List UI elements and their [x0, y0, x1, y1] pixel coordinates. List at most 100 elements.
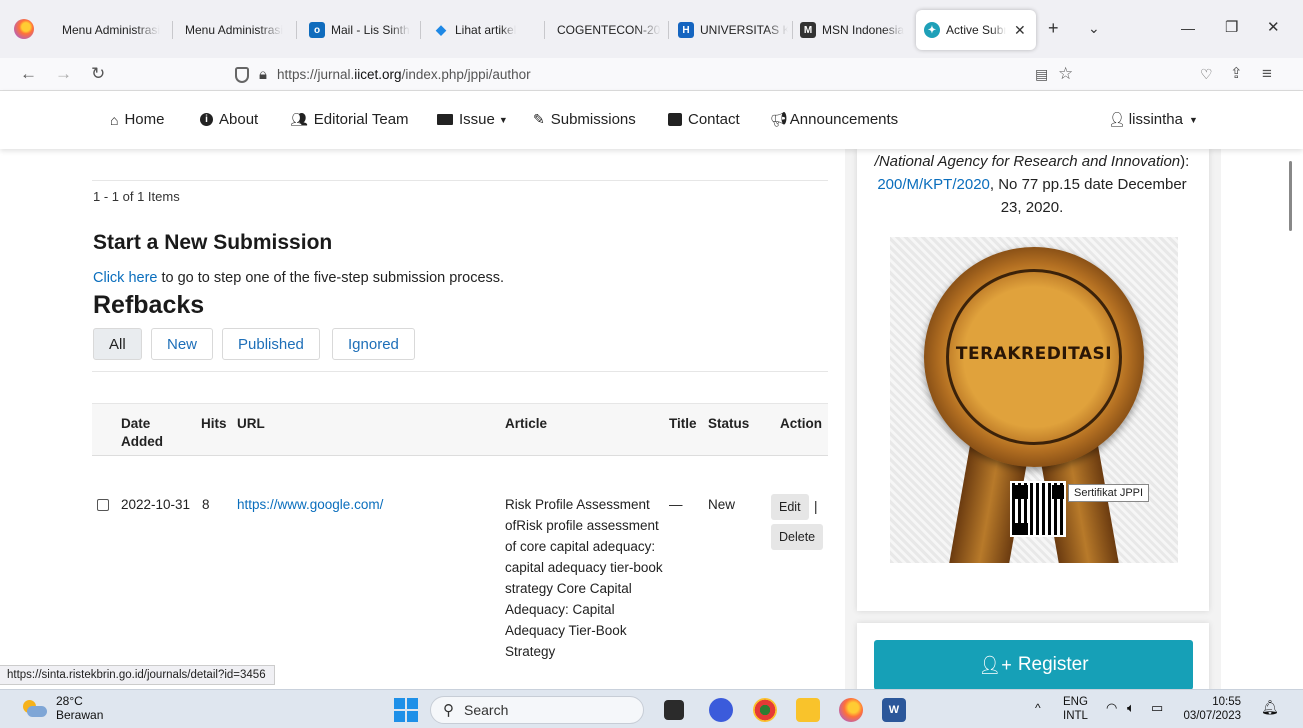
col-title: Title	[669, 416, 697, 431]
share-icon[interactable]: ⇪	[1230, 64, 1243, 84]
forward-icon[interactable]: →	[55, 64, 72, 84]
contact-icon	[668, 113, 682, 126]
divider	[92, 180, 828, 181]
bookmark-star-icon[interactable]: ☆	[1058, 64, 1073, 84]
browser-toolbar: ← → ↻ 🔒︎ https://jurnal. iicet.org/index.…	[0, 58, 1303, 91]
lock-icon[interactable]: 🔒︎	[259, 66, 267, 83]
accreditation-certificate-image[interactable]: TERAKREDITASI	[890, 237, 1178, 563]
task-view-icon[interactable]	[664, 700, 684, 720]
row-checkbox[interactable]	[97, 499, 109, 511]
nav-announcements[interactable]: 📢︎ Announcements	[770, 111, 898, 128]
page-content: 1 - 1 of 1 Items Start a New Submission …	[0, 149, 1303, 689]
register-button[interactable]: 👤︎+ Register	[874, 640, 1193, 689]
col-status: Status	[708, 416, 750, 431]
caret-down-icon: ▼	[1188, 114, 1198, 125]
tab-lihat-artikel[interactable]: ◆ Lihat artikel	[433, 17, 537, 43]
medal-label: TERAKREDITASI	[955, 344, 1113, 364]
show-hidden-icons[interactable]: ^	[1035, 701, 1041, 715]
refback-url-link[interactable]: https://www.google.com/	[237, 497, 383, 512]
text-fragment: ):	[1180, 153, 1190, 170]
chat-icon[interactable]	[709, 698, 733, 722]
filter-ignored-button[interactable]: Ignored	[332, 328, 415, 360]
clock[interactable]: 10:55 03/07/2023	[1183, 695, 1241, 723]
restore-icon[interactable]: ❐	[1225, 18, 1238, 38]
windows-start-icon[interactable]	[394, 698, 418, 722]
delete-button[interactable]: Delete	[771, 524, 824, 550]
cell-title: —	[669, 497, 683, 512]
submission-intro: Click here to go to step one of the five…	[93, 270, 504, 286]
tab-msn[interactable]: M MSN Indonesia	[800, 17, 908, 43]
register-label: Register	[1017, 654, 1089, 675]
firefox-icon[interactable]	[14, 19, 34, 39]
users-icon: 👥︎	[290, 111, 308, 127]
nav-editorial-team[interactable]: 👥︎ Editorial Team	[290, 111, 409, 128]
url-host: iicet.org	[354, 67, 402, 82]
new-tab-icon[interactable]: +	[1048, 18, 1059, 38]
refbacks-heading: Refbacks	[93, 291, 205, 319]
weather-icon[interactable]	[23, 700, 47, 718]
tracking-shield-icon[interactable]	[235, 66, 249, 83]
address-bar[interactable]: 🔒︎ https://jurnal. iicet.org/index.php/jp…	[225, 61, 1070, 88]
language-indicator[interactable]: ENG INTL	[1063, 695, 1088, 723]
inbox-icon	[437, 114, 453, 125]
search-icon: ⚲	[443, 702, 454, 719]
battery-icon[interactable]: ▭	[1151, 701, 1163, 715]
weather-widget[interactable]: 28°C Berawan	[56, 694, 103, 722]
wifi-icon[interactable]: ◠	[1106, 701, 1117, 715]
minimize-icon[interactable]: —	[1181, 18, 1195, 38]
tab-title: Lihat artikel	[455, 23, 517, 37]
nav-label: Announcements	[789, 111, 899, 128]
reader-view-icon[interactable]: ▤	[1035, 64, 1048, 84]
filter-all-button[interactable]: All	[93, 328, 142, 360]
url-prefix: https://jurnal.	[276, 67, 355, 82]
outlook-icon: o	[309, 22, 325, 38]
tab-list-icon[interactable]: ⌄	[1088, 18, 1100, 38]
file-explorer-icon[interactable]	[796, 698, 820, 722]
divider	[92, 371, 828, 372]
nav-contact[interactable]: Contact	[668, 111, 740, 128]
volume-icon[interactable]: 🔈︎	[1127, 701, 1135, 715]
notification-icon[interactable]: 🔔︎	[1261, 700, 1279, 714]
decree-link[interactable]: 200/M/KPT/2020	[877, 176, 990, 193]
taskbar-search[interactable]: ⚲ Search	[430, 696, 644, 724]
back-icon[interactable]: ←	[20, 64, 37, 84]
nav-issue[interactable]: Issue ▼	[437, 111, 508, 128]
pocket-icon[interactable]: ♡	[1200, 64, 1213, 84]
tab-universitas[interactable]: H UNIVERSITAS K	[678, 17, 788, 43]
firefox-taskbar-icon[interactable]	[839, 698, 863, 722]
chrome-icon[interactable]	[753, 698, 777, 722]
ojs-icon: ✦	[924, 22, 940, 38]
col-date-added: Date Added	[121, 416, 163, 449]
edit-button[interactable]: Edit	[771, 494, 809, 520]
reload-icon[interactable]: ↻	[91, 64, 105, 84]
filter-new-button[interactable]: New	[151, 328, 214, 360]
tab-menu-administrasi-1[interactable]: Menu Administrasi	[62, 17, 166, 43]
accreditation-text: /National Agency for Research and Innova…	[868, 150, 1196, 219]
tab-menu-administrasi-2[interactable]: Menu Administrasi	[185, 17, 289, 43]
tab-separator	[792, 21, 793, 39]
cloud-shape	[27, 706, 47, 717]
close-tab-icon[interactable]: ✕	[1014, 22, 1026, 39]
close-window-icon[interactable]: ✕	[1267, 18, 1280, 38]
nav-home[interactable]: ⌂ Home	[110, 111, 164, 128]
nav-label: Submissions	[550, 111, 636, 128]
menu-icon[interactable]: ≡	[1262, 64, 1272, 84]
tab-active-submissions[interactable]: ✦ Active Subm ✕	[916, 10, 1036, 50]
user-menu[interactable]: 👤︎ lissintha ▼	[1108, 111, 1198, 128]
page-scrollbar[interactable]	[1289, 161, 1292, 231]
tab-mail[interactable]: o Mail - Lis Sinth	[309, 17, 413, 43]
tab-separator	[420, 21, 421, 39]
word-icon[interactable]: W	[882, 698, 906, 722]
home-icon: ⌂	[110, 111, 119, 128]
click-here-link[interactable]: Click here	[93, 270, 157, 286]
nav-submissions[interactable]: ✎ Submissions	[533, 111, 636, 128]
nav-label: About	[219, 111, 259, 128]
filter-published-button[interactable]: Published	[222, 328, 320, 360]
cell-article: Risk Profile Assessment ofRisk profile a…	[505, 497, 663, 659]
diamond-icon: ◆	[436, 22, 446, 37]
status-bar-link: https://sinta.ristekbrin.go.id/journals/…	[0, 665, 275, 685]
nav-label: Editorial Team	[313, 111, 409, 128]
col-action: Action	[780, 416, 822, 431]
nav-about[interactable]: i About	[200, 111, 258, 128]
tab-cogentecon[interactable]: COGENTECON-202	[557, 17, 661, 43]
